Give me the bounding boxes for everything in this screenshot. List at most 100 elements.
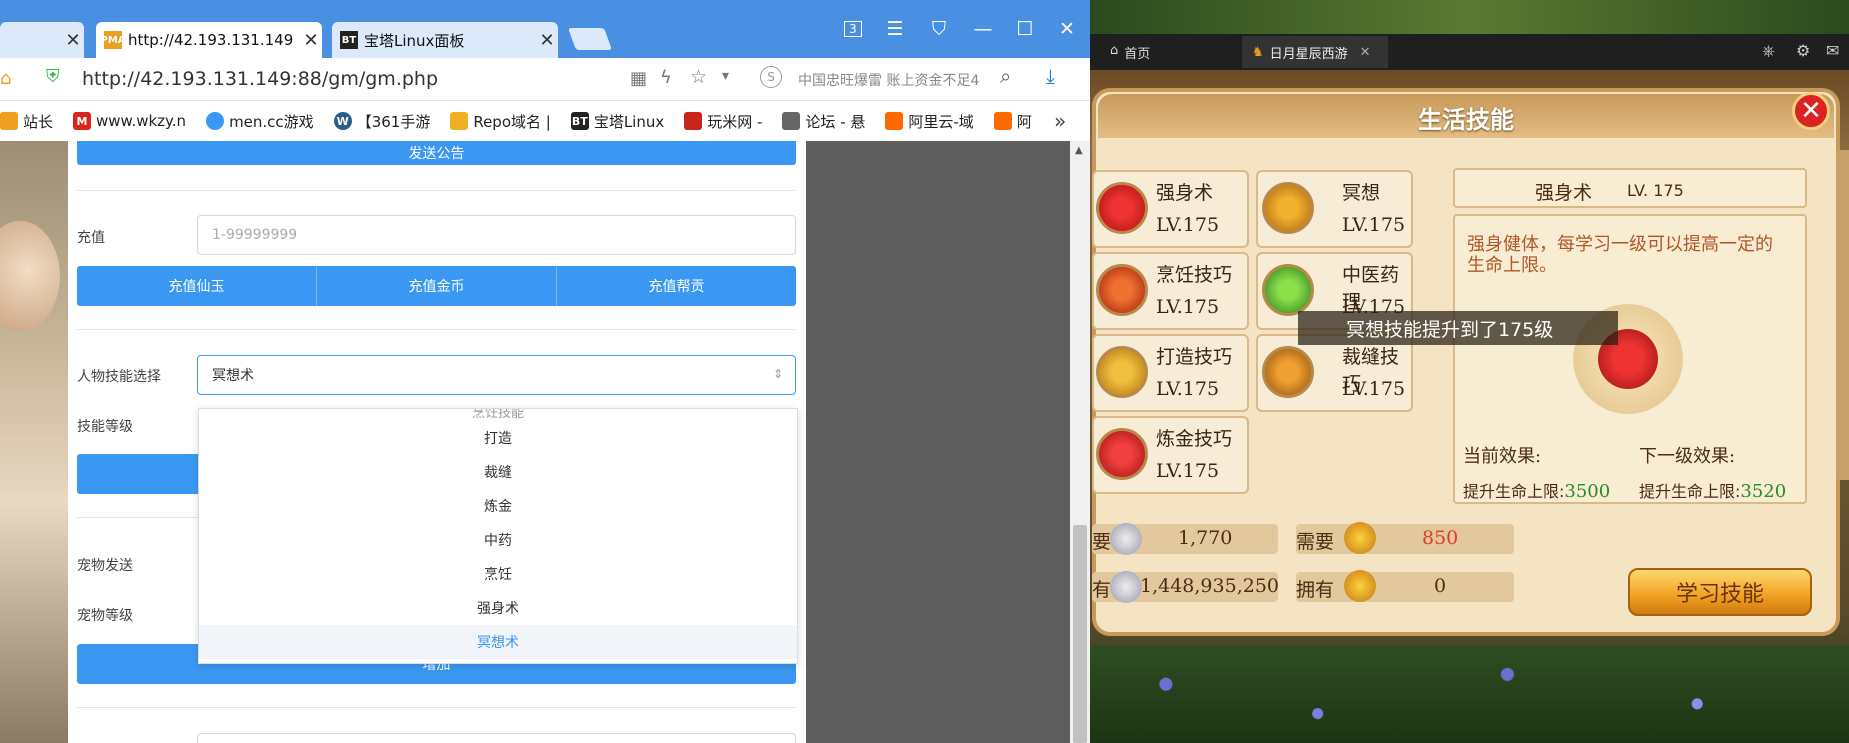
tab-first[interactable]: ✕ bbox=[0, 22, 84, 58]
bookmark-item[interactable]: 论坛 - 悬 bbox=[782, 111, 865, 132]
scroll-up-icon[interactable]: ▲ bbox=[1075, 145, 1083, 156]
bookmark-label: 阿里云-域 bbox=[908, 112, 974, 131]
cloud-icon bbox=[206, 112, 225, 130]
scrollbar-thumb[interactable] bbox=[1073, 525, 1087, 743]
bookmarks-more-icon[interactable]: » bbox=[1054, 109, 1066, 133]
current-effect-label: 当前效果: bbox=[1463, 446, 1542, 467]
recharge-gold-button[interactable]: 充值金币 bbox=[317, 266, 557, 306]
level-up-toast: 冥想技能提升到了175级 bbox=[1298, 311, 1618, 345]
settings-icon[interactable]: ⚙ bbox=[1796, 41, 1810, 60]
tab-label: 首页 bbox=[1124, 47, 1151, 62]
search-icon[interactable]: ⌕ bbox=[1000, 64, 1011, 88]
new-tab-button[interactable] bbox=[567, 28, 613, 50]
character-face bbox=[0, 221, 60, 331]
recharge-input[interactable]: 1-99999999 bbox=[197, 215, 796, 255]
next-input[interactable] bbox=[197, 733, 796, 743]
side-tab-strip[interactable] bbox=[1836, 150, 1849, 480]
skill-name: 烹饪技巧 bbox=[1156, 264, 1233, 286]
bookmark-item[interactable]: Repo域名 | bbox=[450, 111, 551, 132]
close-window-icon[interactable]: ✕ bbox=[1050, 14, 1084, 44]
close-icon[interactable]: ✕ bbox=[300, 30, 322, 51]
aliyun-icon bbox=[993, 112, 1012, 130]
send-announcement-button[interactable]: 发送公告 bbox=[77, 141, 796, 165]
search-engine-icon[interactable]: S bbox=[760, 66, 782, 88]
home-icon[interactable]: ⌂ bbox=[0, 68, 18, 89]
browser-window: ✕ PMA http://42.193.131.149 ✕ BT 宝塔Linux… bbox=[0, 0, 1090, 743]
search-input[interactable]: 中国忠旺爆雷 账上资金不足4 bbox=[798, 70, 998, 90]
tab-label: 宝塔Linux面板 bbox=[364, 31, 465, 50]
download-icon[interactable]: ⤓ bbox=[1046, 64, 1055, 88]
medicine-skill-icon bbox=[1262, 264, 1314, 316]
chevron-down-icon[interactable]: ▾ bbox=[722, 68, 729, 84]
learn-skill-button[interactable]: 学习技能 bbox=[1628, 568, 1812, 616]
divider bbox=[77, 190, 796, 191]
close-icon[interactable]: ✕ bbox=[62, 30, 84, 51]
skill-card-qiangshen[interactable]: 强身术 LV.175 bbox=[1092, 170, 1249, 248]
bt-icon: BT bbox=[570, 112, 589, 130]
bookmark-item[interactable]: 站长 bbox=[0, 111, 53, 132]
aliyun-icon bbox=[885, 112, 904, 130]
skill-card-mingxiang[interactable]: 冥想 LV.175 bbox=[1256, 170, 1413, 248]
background-artwork bbox=[0, 141, 68, 743]
gold-ingot-icon bbox=[1344, 570, 1376, 602]
dropdown-option[interactable]: 打造 bbox=[199, 421, 797, 455]
close-icon[interactable]: ✕ bbox=[536, 30, 558, 51]
menu-icon[interactable]: ☰ bbox=[878, 14, 912, 44]
bookmark-item[interactable]: 阿里云-域 bbox=[885, 111, 974, 132]
bookmark-item[interactable]: BT 宝塔Linux bbox=[570, 111, 665, 132]
next-effect-text: 提升生命上限: bbox=[1639, 482, 1741, 501]
skill-card-pengren[interactable]: 烹饪技巧 LV.175 bbox=[1092, 252, 1249, 330]
gamepad-icon[interactable]: ⎈ bbox=[1762, 41, 1775, 61]
tab-count-icon[interactable]: 3 bbox=[836, 14, 870, 44]
recharge-xianyu-button[interactable]: 充值仙玉 bbox=[77, 266, 317, 306]
tab-phpmyadmin[interactable]: PMA http://42.193.131.149 ✕ bbox=[96, 22, 322, 58]
close-icon[interactable]: ✕ bbox=[1360, 45, 1371, 60]
qrcode-icon[interactable]: ▦ bbox=[630, 68, 647, 89]
url-input[interactable]: http://42.193.131.149:88/gm/gm.php bbox=[82, 68, 438, 90]
silver-have-box: 有 1,448,935,250 bbox=[1092, 571, 1279, 603]
dropdown-option[interactable]: 炼金 bbox=[199, 489, 797, 523]
current-effect-text: 提升生命上限: bbox=[1463, 482, 1565, 501]
dropdown-option[interactable]: 烹饪 bbox=[199, 557, 797, 591]
bookmark-item[interactable]: 玩米网 - bbox=[684, 111, 762, 132]
skill-select[interactable]: 冥想术 ⇕ bbox=[197, 355, 796, 395]
dropdown-option-partial[interactable]: 烹饪技能 bbox=[199, 409, 797, 421]
bookmark-item[interactable]: Mwww.wkzy.n bbox=[73, 112, 186, 130]
bookmark-item[interactable]: 阿 bbox=[993, 111, 1032, 132]
recharge-guild-button[interactable]: 充值帮贡 bbox=[557, 266, 796, 306]
tab-bar: ✕ PMA http://42.193.131.149 ✕ BT 宝塔Linux… bbox=[0, 0, 1090, 58]
bookmark-label: 宝塔Linux bbox=[593, 112, 665, 131]
folder-icon bbox=[0, 112, 18, 130]
doc-icon bbox=[782, 112, 801, 130]
cooking-skill-icon bbox=[1096, 264, 1148, 316]
minimize-icon[interactable]: — bbox=[966, 14, 1000, 44]
star-icon[interactable]: ☆ bbox=[690, 66, 707, 88]
repo-icon bbox=[450, 112, 469, 130]
skill-card-dazao[interactable]: 打造技巧 LV.175 bbox=[1092, 334, 1249, 412]
skin-icon[interactable]: ⛉ bbox=[922, 14, 956, 44]
dropdown-option[interactable]: 中药 bbox=[199, 523, 797, 557]
bookmark-item[interactable]: W 【361手游 bbox=[333, 111, 430, 132]
lightning-icon[interactable]: ϟ bbox=[660, 67, 672, 88]
silver-need-box: 要 1,770 bbox=[1092, 523, 1278, 555]
dropdown-option[interactable]: 裁缝 bbox=[199, 455, 797, 489]
skill-card-lianjin[interactable]: 炼金技巧 LV.175 bbox=[1092, 416, 1249, 494]
skill-level: LV.175 bbox=[1156, 378, 1220, 400]
tab-baota[interactable]: BT 宝塔Linux面板 ✕ bbox=[332, 22, 558, 58]
dropdown-option[interactable]: 强身术 bbox=[199, 591, 797, 625]
close-panel-button[interactable]: ✕ bbox=[1792, 92, 1830, 130]
next-effect-value: 3520 bbox=[1740, 481, 1787, 502]
game-tab-active[interactable]: ♞ 日月星辰西游 ✕ bbox=[1242, 36, 1388, 68]
maximize-icon[interactable]: ☐ bbox=[1008, 14, 1042, 44]
gold-need-label: 需要 bbox=[1296, 531, 1335, 553]
bookmarks-bar: 站长 Mwww.wkzy.n men.cc游戏 W 【361手游 Repo域名 |… bbox=[0, 101, 1090, 142]
game-tab-home[interactable]: ⌂ 首页 bbox=[1110, 43, 1150, 62]
dropdown-option-selected[interactable]: 冥想术 bbox=[199, 625, 797, 659]
bt-favicon-icon: BT bbox=[340, 31, 358, 49]
mail-icon[interactable]: ✉ bbox=[1826, 41, 1839, 60]
skill-select-label: 人物技能选择 bbox=[77, 369, 161, 385]
bookmark-item[interactable]: men.cc游戏 bbox=[206, 111, 314, 132]
silver-need-label: 要 bbox=[1092, 531, 1112, 553]
skill-level: LV.175 bbox=[1156, 214, 1220, 236]
skill-card-caifeng[interactable]: 裁缝技巧 LV.175 bbox=[1256, 334, 1413, 412]
